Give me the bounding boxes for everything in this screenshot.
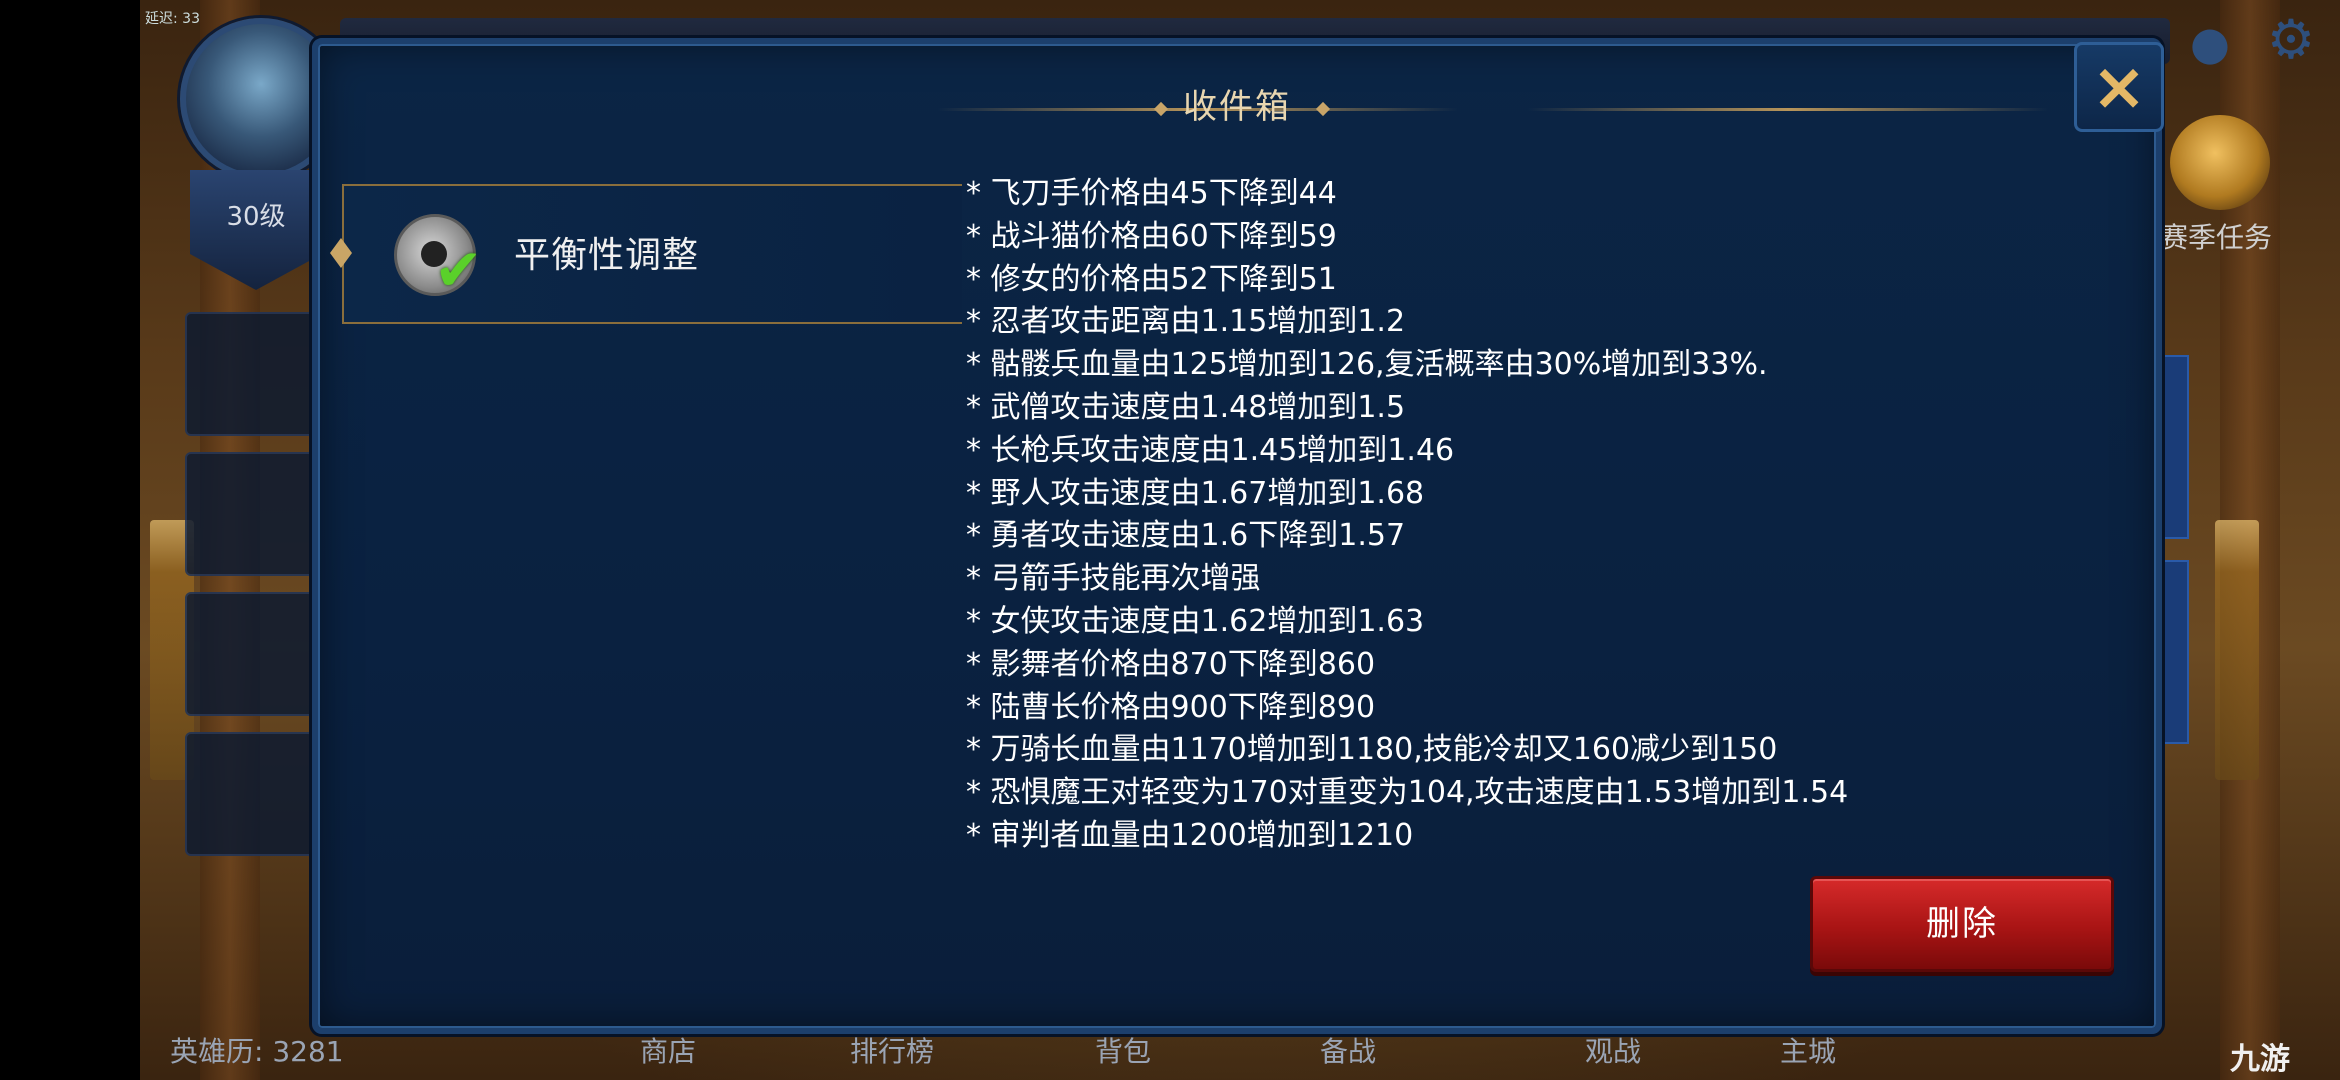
check-icon: ✔ xyxy=(434,236,483,304)
dialog-title: 收件箱 xyxy=(1183,87,1291,127)
content-line: * 忍者攻击距离由1.15增加到1.2 xyxy=(966,304,1406,340)
nav-shop[interactable]: 商店 xyxy=(640,1030,696,1070)
watermark-logo: 九游 xyxy=(2230,1042,2290,1077)
side-slot[interactable] xyxy=(185,732,319,856)
side-slot[interactable] xyxy=(185,592,319,716)
side-card[interactable] xyxy=(2160,355,2189,539)
content-line: * 长枪兵攻击速度由1.45增加到1.46 xyxy=(966,432,1455,468)
dialog-header: 收件箱 xyxy=(318,82,2156,132)
content-line: * 弓箭手技能再次增强 xyxy=(966,561,1261,597)
gear-icon[interactable]: ⚙ xyxy=(2265,13,2317,67)
latency-text: 延迟: 33 xyxy=(145,11,200,27)
nav-spectate[interactable]: 观战 xyxy=(1585,1030,1641,1070)
content-line: * 陆曹长价格由900下降到890 xyxy=(966,689,1376,725)
message-content: * 飞刀手价格由45下降到44 * 战斗猫价格由60下降到59 * 修女的价格由52… xyxy=(966,174,1966,894)
inbox-message-item[interactable]: ✔ 平衡性调整 xyxy=(330,184,962,324)
nav-backpack[interactable]: 背包 xyxy=(1095,1030,1151,1070)
side-slot[interactable] xyxy=(185,452,319,576)
content-line: * 万骑长血量由1170增加到1180,技能冷却又160减少到150 xyxy=(966,732,1778,768)
content-line: * 修女的价格由52下降到51 xyxy=(966,261,1337,297)
content-line: * 女侠攻击速度由1.62增加到1.63 xyxy=(966,604,1425,639)
content-line: * 骷髅兵血量由125增加到126,复活概率由30%增加到33%. xyxy=(966,347,1768,383)
season-task-icon[interactable] xyxy=(2170,115,2270,210)
season-task-label: 赛季任务 xyxy=(2160,221,2273,254)
message-title: 平衡性调整 xyxy=(514,235,700,276)
content-line: * 战斗猫价格由60下降到59 xyxy=(966,218,1337,254)
inbox-dialog: 收件箱 × ✔ 平衡性调整 * 飞刀手价格由45下降到44 * 战斗猫价格由60下… xyxy=(312,38,2164,1034)
side-slot[interactable] xyxy=(185,312,319,436)
content-line: * 勇者攻击速度由1.6下降到1.57 xyxy=(966,518,1406,554)
selected-indicator xyxy=(330,238,352,268)
nav-prepare[interactable]: 备战 xyxy=(1320,1030,1376,1070)
content-line: * 飞刀手价格由45下降到44 xyxy=(966,176,1337,211)
candelabra-right xyxy=(2215,520,2259,780)
delete-button[interactable]: 删除 xyxy=(1810,876,2114,972)
content-line: * 野人攻击速度由1.67增加到1.68 xyxy=(966,475,1425,511)
close-icon[interactable]: × xyxy=(2077,45,2161,129)
player-level: 30级 xyxy=(226,202,286,232)
content-line: * 影舞者价格由870下降到860 xyxy=(966,646,1376,682)
hero-history: 英雄历: 3281 xyxy=(170,1035,344,1068)
delete-label: 删除 xyxy=(1926,904,1998,944)
content-line: * 审判者血量由1200增加到1210 xyxy=(966,818,1414,853)
friends-icon[interactable]: ● xyxy=(2185,18,2235,68)
nav-main-city[interactable]: 主城 xyxy=(1780,1030,1836,1070)
mail-check-icon: ✔ xyxy=(394,214,498,304)
close-button[interactable]: × xyxy=(2074,42,2164,132)
content-line: * 武僧攻击速度由1.48增加到1.5 xyxy=(966,390,1406,425)
side-card[interactable] xyxy=(2160,560,2189,744)
content-line: * 恐惧魔王对轻变为170对重变为104,攻击速度由1.53增加到1.54 xyxy=(966,775,1849,811)
nav-ranking[interactable]: 排行榜 xyxy=(850,1030,934,1070)
